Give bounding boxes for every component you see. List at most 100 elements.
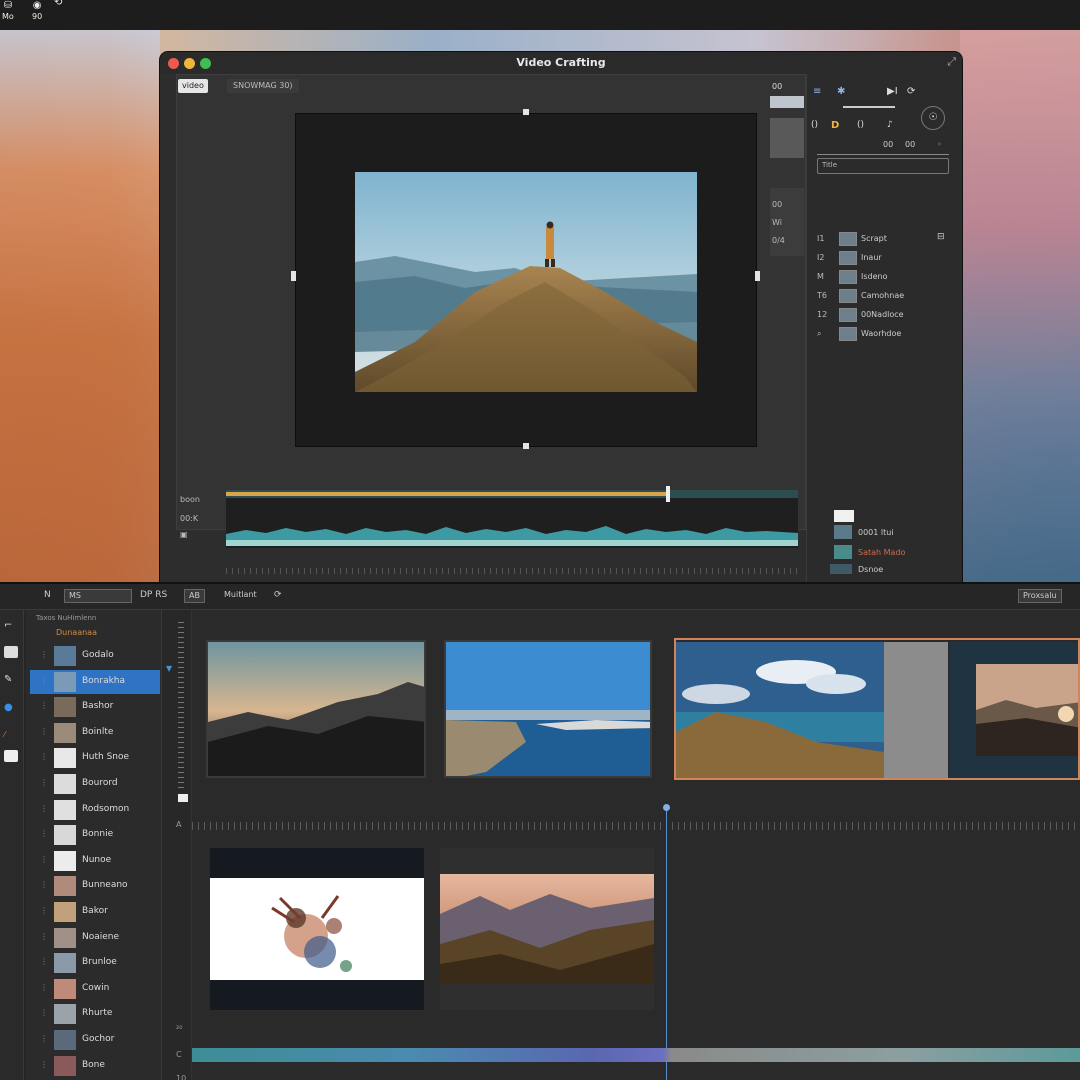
drag-handle-icon[interactable]: ⋮: [40, 727, 48, 736]
drag-handle-icon[interactable]: ⋮: [40, 1060, 48, 1069]
drag-handle-icon[interactable]: ⋮: [40, 752, 48, 761]
track-ruler: ▼ A ₂₀ C 10: [162, 610, 192, 1080]
timeline-clip-selected[interactable]: [674, 638, 1080, 780]
preview-canvas[interactable]: [295, 113, 757, 447]
inspector-list-item[interactable]: T6 Camohnae: [817, 289, 957, 305]
browser-item[interactable]: ⋮ Huth Snoe: [30, 746, 160, 770]
audio-waveform[interactable]: [226, 486, 798, 548]
drag-handle-icon[interactable]: ⋮: [40, 1034, 48, 1043]
item-number: T6: [817, 291, 827, 300]
tool-n[interactable]: N: [44, 590, 51, 600]
inspector-list-item[interactable]: ⌕ Waorhdoe: [817, 327, 957, 343]
browser-item[interactable]: ⋮ Boinlte: [30, 721, 160, 745]
crop-handle-right[interactable]: [755, 271, 760, 281]
strip-thumb-top[interactable]: [770, 96, 804, 108]
drag-handle-icon[interactable]: ⋮: [40, 804, 48, 813]
drag-handle-icon[interactable]: ⋮: [40, 957, 48, 966]
audio-left-icon[interactable]: (): [811, 120, 818, 130]
browser-item[interactable]: ⋮ Bonrakha: [30, 669, 160, 694]
browser-item[interactable]: ⋮ Bakor: [30, 900, 160, 924]
browser-item[interactable]: ⋮ Bunneano: [30, 874, 160, 898]
browser-header: Taxos NuHimlenn: [36, 614, 97, 622]
play-next-icon[interactable]: ▶I: [887, 86, 898, 97]
browser-item[interactable]: ⋮ Rodsomon: [30, 798, 160, 822]
asset-label-2[interactable]: Dsnoe: [858, 565, 883, 574]
menu-item-0[interactable]: ⛁ Mo: [2, 0, 14, 21]
inspector-list-item[interactable]: I1 Scrapt ⊟: [817, 232, 957, 248]
menu-item-2[interactable]: ⟲: [54, 0, 62, 9]
list-view-icon[interactable]: ≡: [813, 86, 821, 97]
browser-item[interactable]: ⋮ Nunoe: [30, 849, 160, 873]
browser-item[interactable]: ⋮ Gochor: [30, 1028, 160, 1052]
inspector-list-item[interactable]: I2 Inaur: [817, 251, 957, 267]
preview-button[interactable]: Proxsalu: [1018, 589, 1062, 603]
tool-ab-toggle[interactable]: AB: [184, 589, 205, 603]
info-icon[interactable]: ●: [4, 702, 13, 713]
browser-item[interactable]: ⋮ Brunloe: [30, 951, 160, 975]
asset-swatch[interactable]: [834, 510, 854, 522]
timeline-area[interactable]: [192, 610, 1080, 1080]
asset-thumb-2: [830, 564, 852, 574]
crop-handle-left[interactable]: [291, 271, 296, 281]
star-icon[interactable]: ✱: [837, 86, 845, 97]
expand-icon[interactable]: ⤢: [947, 55, 956, 69]
refresh-icon[interactable]: ⟳: [274, 590, 282, 600]
timeline-clip[interactable]: [440, 848, 654, 1010]
select-tool-icon[interactable]: ⌐: [4, 620, 12, 631]
inspector-list-item[interactable]: M Isdeno: [817, 270, 957, 286]
drag-handle-icon[interactable]: ⋮: [40, 932, 48, 941]
audio-d-icon[interactable]: D: [831, 120, 839, 131]
crop-handle-bottom[interactable]: [523, 443, 529, 449]
caption-tool-icon[interactable]: [4, 750, 18, 762]
item-number: 12: [817, 310, 828, 319]
tool-dp-rs[interactable]: DP RS: [140, 590, 167, 600]
drag-handle-icon[interactable]: ⋮: [40, 650, 48, 659]
menu-item-1[interactable]: ◉ 90: [32, 0, 42, 21]
track-toggle[interactable]: [178, 794, 188, 802]
refresh-icon[interactable]: ⟳: [907, 86, 915, 97]
tool-multiant[interactable]: Muitlant: [224, 590, 257, 599]
audio-right-icon[interactable]: (): [857, 120, 864, 130]
browser-item[interactable]: ⋮ Noaiene: [30, 926, 160, 950]
asset-label-0[interactable]: 0001 ltui: [858, 528, 894, 537]
marker-flag-icon[interactable]: ▼: [166, 664, 172, 673]
crop-handle-top[interactable]: [523, 109, 529, 115]
color-tool-icon[interactable]: ⁄: [4, 730, 5, 739]
drag-handle-icon[interactable]: ⋮: [40, 778, 48, 787]
audio-track-bar[interactable]: [192, 1048, 1080, 1062]
music-note-icon[interactable]: ♪: [887, 120, 893, 130]
clip-tool-icon[interactable]: [4, 646, 18, 658]
tool-ms-field[interactable]: MS: [64, 589, 132, 603]
browser-item[interactable]: ⋮ Bonnie: [30, 823, 160, 847]
inspector-list-item[interactable]: 12 00Nadloce: [817, 308, 957, 324]
timeline-clip[interactable]: [210, 848, 424, 1010]
pen-tool-icon[interactable]: ✎: [4, 674, 12, 685]
asset-label-1[interactable]: Satah Mado: [858, 548, 905, 557]
browser-item[interactable]: ⋮ Bourord: [30, 772, 160, 796]
drag-handle-icon[interactable]: ⋮: [40, 983, 48, 992]
clip-thumbnail-coastal-bay: [446, 642, 650, 776]
browser-item[interactable]: ⋮ Rhurte: [30, 1002, 160, 1026]
strip-swatch[interactable]: [770, 118, 804, 158]
timeline-clip[interactable]: [444, 640, 652, 778]
drag-handle-icon[interactable]: ⋮: [40, 855, 48, 864]
timeline-playhead[interactable]: [663, 804, 670, 1080]
timeline-clip[interactable]: [206, 640, 426, 778]
browser-item[interactable]: ⋮ Cowin: [30, 977, 160, 1001]
drag-handle-icon[interactable]: ⋮: [40, 1008, 48, 1017]
inspector-slider[interactable]: [843, 106, 895, 108]
drag-handle-icon[interactable]: ⋮: [40, 880, 48, 889]
playhead-knob[interactable]: [663, 804, 670, 811]
drag-handle-icon[interactable]: ⋮: [40, 906, 48, 915]
viewer-mode-tag[interactable]: video: [178, 79, 208, 93]
preview-viewer[interactable]: video SNOWMAG 30): [176, 74, 806, 530]
title-field[interactable]: Title: [817, 158, 949, 174]
record-icon[interactable]: ☉: [921, 106, 945, 130]
drag-handle-icon[interactable]: ⋮: [40, 676, 48, 685]
browser-item[interactable]: ⋮ Bone: [30, 1054, 160, 1078]
drag-handle-icon[interactable]: ⋮: [40, 701, 48, 710]
drag-handle-icon[interactable]: ⋮: [40, 829, 48, 838]
browser-item[interactable]: ⋮ Bashor: [30, 695, 160, 719]
browser-item[interactable]: ⋮ Godalo: [30, 644, 160, 668]
item-collapse-icon[interactable]: ⊟: [937, 232, 945, 242]
